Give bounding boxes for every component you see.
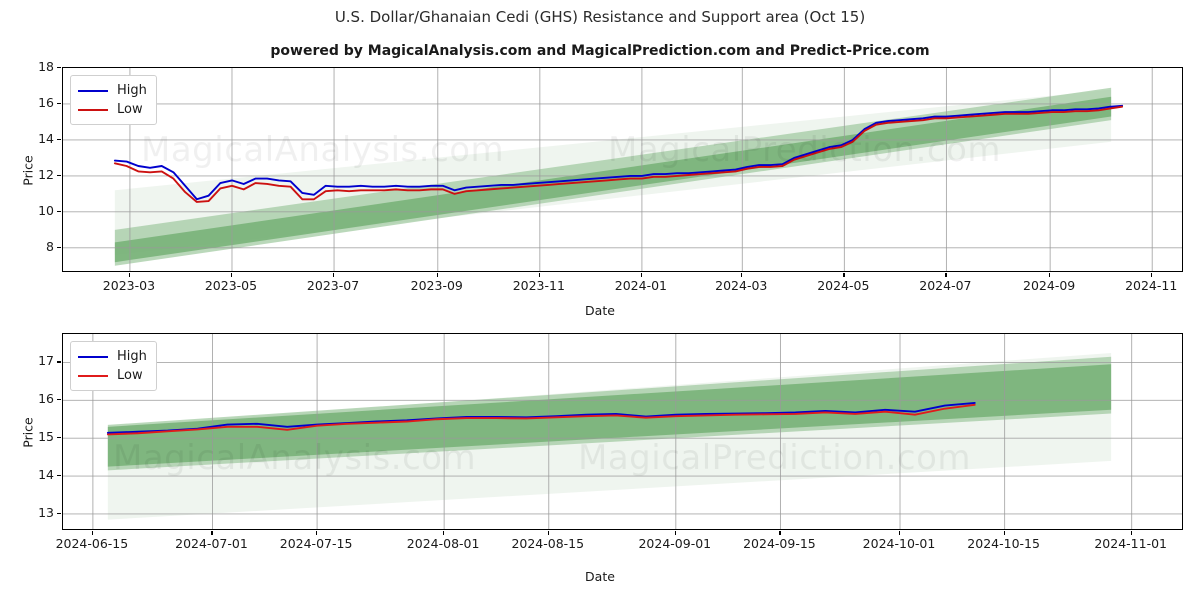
bottom-x-axis-title: Date (585, 569, 615, 584)
x-tick-mark (640, 273, 643, 277)
y-tick-mark (57, 399, 61, 401)
top-plot-svg (63, 68, 1182, 271)
y-tick-label: 17 (38, 353, 54, 369)
x-tick-label: 2024-09-15 (743, 536, 816, 551)
y-tick-label: 10 (38, 202, 54, 218)
x-tick-label: 2024-07-01 (175, 536, 248, 551)
y-tick-label: 8 (46, 238, 54, 254)
x-tick-mark (741, 273, 743, 277)
y-tick-mark (57, 210, 61, 213)
top-chart-legend[interactable]: High Low (70, 75, 157, 125)
x-tick-mark (333, 273, 335, 277)
y-tick-label: 15 (38, 429, 54, 445)
legend-row-low[interactable]: Low (78, 366, 147, 385)
x-tick-label: 2024-09-01 (638, 536, 712, 551)
legend-swatch-high (78, 89, 108, 92)
legend-swatch-high (78, 355, 108, 358)
x-tick-mark (230, 273, 233, 277)
x-tick-mark (91, 531, 94, 535)
x-tick-label: 2024-11-01 (1094, 536, 1167, 551)
legend-swatch-low (78, 374, 108, 377)
y-tick-mark (57, 437, 61, 439)
legend-label-high: High (117, 83, 147, 98)
y-tick-mark (57, 512, 61, 515)
y-tick-label: 14 (38, 467, 54, 483)
x-tick-mark (547, 531, 549, 535)
chart-page: U.S. Dollar/Ghanaian Cedi (GHS) Resistan… (0, 0, 1200, 600)
x-tick-label: 2024-06-15 (55, 536, 129, 551)
legend-label-high: High (117, 349, 147, 364)
legend-row-high[interactable]: High (78, 81, 147, 100)
y-tick-label: 16 (38, 94, 54, 110)
x-tick-label: 2024-10-15 (967, 536, 1040, 551)
x-tick-mark (211, 531, 213, 535)
x-tick-label: 2024-08-15 (511, 536, 585, 551)
x-tick-mark (843, 273, 845, 277)
bottom-plot-svg (63, 334, 1182, 529)
y-tick-label: 12 (38, 166, 54, 182)
x-tick-mark (1130, 531, 1132, 535)
y-tick-mark (57, 138, 61, 141)
y-tick-mark (57, 102, 61, 105)
bottom-chart-panel: MagicalAnalysis.com MagicalPrediction.co… (62, 333, 1183, 530)
x-tick-mark (945, 273, 947, 277)
y-tick-mark (57, 246, 61, 248)
y-tick-mark (57, 67, 61, 69)
top-x-axis-title: Date (585, 303, 615, 318)
legend-swatch-low (78, 108, 108, 111)
y-tick-label: 13 (38, 504, 54, 520)
x-tick-mark (1151, 273, 1153, 277)
y-tick-mark (57, 174, 61, 177)
x-tick-mark (443, 531, 445, 535)
top-plot-frame: MagicalAnalysis.com MagicalPrediction.co… (62, 67, 1183, 272)
y-tick-label: 14 (38, 130, 54, 146)
x-tick-mark (1049, 273, 1051, 277)
x-tick-mark (538, 273, 541, 277)
x-tick-label: 2024-07-15 (279, 536, 353, 551)
x-tick-label: 2024-10-01 (862, 536, 936, 551)
y-tick-label: 18 (38, 59, 54, 74)
legend-label-low: Low (117, 102, 143, 117)
bottom-chart-legend[interactable]: High Low (70, 341, 157, 391)
y-tick-mark (57, 475, 61, 477)
x-tick-mark (128, 273, 131, 277)
x-tick-label: 2024-08-01 (406, 536, 480, 551)
page-subtitle: powered by MagicalAnalysis.com and Magic… (270, 43, 930, 59)
legend-row-low[interactable]: Low (78, 100, 147, 119)
x-tick-mark (674, 531, 676, 535)
x-tick-mark (316, 531, 318, 535)
x-tick-mark (1003, 531, 1005, 535)
x-tick-mark (899, 531, 901, 535)
x-tick-label: 2024-07 (919, 278, 972, 293)
y-tick-mark (57, 361, 61, 363)
x-tick-mark (779, 531, 781, 535)
legend-row-high[interactable]: High (78, 347, 147, 366)
x-tick-mark (436, 273, 438, 277)
page-title: U.S. Dollar/Ghanaian Cedi (GHS) Resistan… (334, 8, 866, 26)
bottom-plot-frame: MagicalAnalysis.com MagicalPrediction.co… (62, 333, 1183, 530)
x-tick-label: 2024-11 (1125, 278, 1178, 293)
top-chart-panel: MagicalAnalysis.com MagicalPrediction.co… (62, 67, 1183, 272)
y-tick-label: 16 (38, 391, 54, 407)
legend-label-low: Low (117, 368, 143, 383)
x-tick-label: 2023-07 (306, 278, 360, 293)
